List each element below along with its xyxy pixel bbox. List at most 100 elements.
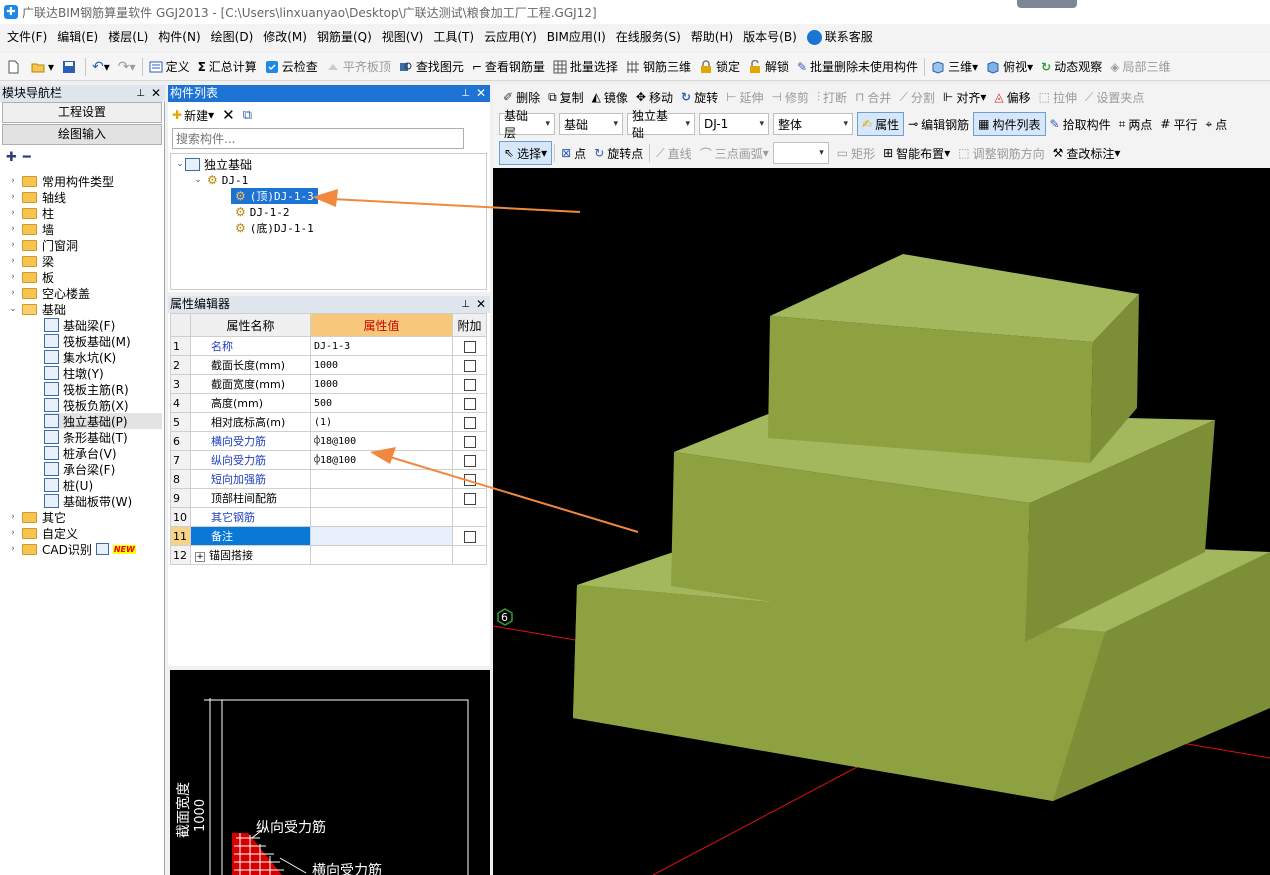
property-value[interactable]: ⌽18@100 [310,450,453,470]
property-value[interactable]: DJ-1-3 [310,336,453,356]
expand-all-icon[interactable]: ✚ [6,150,17,165]
align-button[interactable]: ⊩ 对齐 ▾ [939,85,991,109]
rotate-point-button[interactable]: ↻ 旋转点 [590,141,647,165]
unlock-button[interactable]: 解锁 [744,55,793,79]
tree-node-root[interactable]: ⌄ 独立基础 [175,156,252,172]
open-button[interactable]: ▾ [27,55,58,79]
extra-checkbox[interactable] [463,530,476,543]
nav-item-raft[interactable]: 筏板基础(M) [44,333,131,349]
axis-marker[interactable]: 6 [497,608,513,626]
close-icon[interactable]: ✕ [476,85,486,102]
expand-icon[interactable]: › [8,192,18,202]
lock-button[interactable]: 锁定 [695,55,744,79]
collapse-icon[interactable]: ⌄ [8,304,18,314]
property-value[interactable] [310,545,453,565]
close-icon[interactable]: ✕ [151,85,161,102]
extra-checkbox[interactable] [463,492,476,505]
flush-slab-top-button[interactable]: 平齐板顶 [322,55,395,79]
nav-item-isolated-footing[interactable]: 独立基础(P) [44,413,162,429]
menu-edit[interactable]: 编辑(E) [52,24,103,51]
drawing-input-button[interactable]: 绘图输入 [2,124,162,145]
view-rebar-button[interactable]: ⌐ 查看钢筋量 [468,55,549,79]
undo-button[interactable]: ↶ ▾ [88,55,114,79]
pick-component-button[interactable]: ✎ 拾取构件 [1046,112,1115,136]
nav-item-strip-footing[interactable]: 条形基础(T) [44,429,128,445]
nav-folder-custom[interactable]: › 自定义 [8,525,78,541]
arc-option-select[interactable]: ▾ [772,142,829,164]
scope-select[interactable]: 整体 ▾ [773,113,853,135]
rebar-3d-button[interactable]: 钢筋三维 [622,55,695,79]
redo-button[interactable]: ↷ ▾ [114,55,140,79]
stretch-button[interactable]: ⬚ 拉伸 [1035,85,1081,109]
extra-checkbox[interactable] [463,359,476,372]
property-row[interactable]: 5 相对底标高(m) (1) [170,412,487,432]
property-row[interactable]: 1 名称 DJ-1-3 [170,336,487,356]
nav-folder-beam[interactable]: › 梁 [8,253,54,269]
property-row[interactable]: 10 其它钢筋 [170,507,487,527]
menu-bim[interactable]: BIM应用(I) [542,24,611,51]
property-value[interactable]: 1000 [310,355,453,375]
nav-folder-openings[interactable]: › 门窗洞 [8,237,78,253]
offset-button[interactable]: ◬ 偏移 [990,85,1034,109]
extra-checkbox[interactable] [463,340,476,353]
menu-floor[interactable]: 楼层(L) [103,24,153,51]
component-list-button[interactable]: ▦ 构件列表 [973,112,1046,136]
expand-icon[interactable]: › [8,272,18,282]
nav-folder-column[interactable]: › 柱 [8,205,54,221]
menu-online[interactable]: 在线服务(S) [611,24,686,51]
arc-button[interactable]: ⌒ 三点画弧 ▾ [696,141,773,165]
expand-icon[interactable]: › [8,288,18,298]
expand-icon[interactable]: › [8,176,18,186]
component-search-input[interactable] [172,128,464,149]
find-element-button[interactable]: 查找图元 [395,55,468,79]
category-select[interactable]: 基础 ▾ [559,113,623,135]
menu-file[interactable]: 文件(F) [2,24,52,51]
nav-folder-axis[interactable]: › 轴线 [8,189,66,205]
batch-select-button[interactable]: 批量选择 [549,55,622,79]
line-button[interactable]: ⟋ 直线 [652,141,695,165]
expand-icon[interactable]: › [8,512,18,522]
define-button[interactable]: 定义 [145,55,194,79]
nav-folder-hollow-floor[interactable]: › 空心楼盖 [8,285,90,301]
expand-icon[interactable]: › [8,224,18,234]
nav-folder-other[interactable]: › 其它 [8,509,66,525]
close-icon[interactable]: ✕ [476,296,486,313]
smart-place-button[interactable]: ⊞ 智能布置 ▾ [879,141,954,165]
project-settings-button[interactable]: 工程设置 [2,102,162,123]
nav-item-sump[interactable]: 集水坑(K) [44,349,116,365]
expand-icon[interactable]: + [195,552,205,562]
tree-leaf-selected[interactable]: ⚙ (顶)DJ-1-3 [231,188,318,204]
new-file-button[interactable] [2,55,27,79]
property-value[interactable] [310,488,453,508]
tree-leaf[interactable]: ⚙ DJ-1-2 [231,204,290,220]
property-row[interactable]: 8 短向加强筋 [170,469,487,489]
parallel-button[interactable]: # 平行 [1156,112,1201,136]
save-button[interactable] [58,55,83,79]
nav-item-raft-main-rebar[interactable]: 筏板主筋(R) [44,381,129,397]
expand-icon[interactable]: › [8,528,18,538]
tree-node-dj1[interactable]: ⌄ ⚙ DJ-1 [193,172,248,188]
nav-item-foundation-beam[interactable]: 基础梁(F) [44,317,115,333]
nav-item-raft-neg-rebar[interactable]: 筏板负筋(X) [44,397,129,413]
property-row[interactable]: 6 横向受力筋 ⌽18@100 [170,431,487,451]
menu-help[interactable]: 帮助(H) [686,24,738,51]
set-grip-button[interactable]: ⟋ 设置夹点 [1081,85,1148,109]
split-button[interactable]: ⟋ 分割 [895,85,938,109]
menu-tools[interactable]: 工具(T) [428,24,479,51]
point-angle-button[interactable]: ⌖ 点 [1201,112,1231,136]
property-value[interactable]: ⌽18@100 [310,431,453,451]
nav-folder-slab[interactable]: › 板 [8,269,54,285]
pin-icon[interactable]: ⊥ [461,85,470,102]
batch-delete-unused-button[interactable]: ✎ 批量删除未使用构件 [793,55,922,79]
property-value[interactable]: 1000 [310,374,453,394]
merge-button[interactable]: ⊓ 合并 [851,85,895,109]
menu-draw[interactable]: 绘图(D) [206,24,259,51]
adjust-rebar-dir-button[interactable]: ⬚ 调整钢筋方向 [954,141,1048,165]
menu-service[interactable]: 联系客服 [802,24,878,51]
delete-icon[interactable]: ✕ [222,106,235,124]
rotate-button[interactable]: ↻ 旋转 [677,85,722,109]
rectangle-button[interactable]: ▭ 矩形 [833,141,879,165]
tree-leaf[interactable]: ⚙ (底)DJ-1-1 [231,220,314,236]
point-button[interactable]: ⊠ 点 [557,141,590,165]
trim-button[interactable]: ⊣ 修剪 [768,85,813,109]
